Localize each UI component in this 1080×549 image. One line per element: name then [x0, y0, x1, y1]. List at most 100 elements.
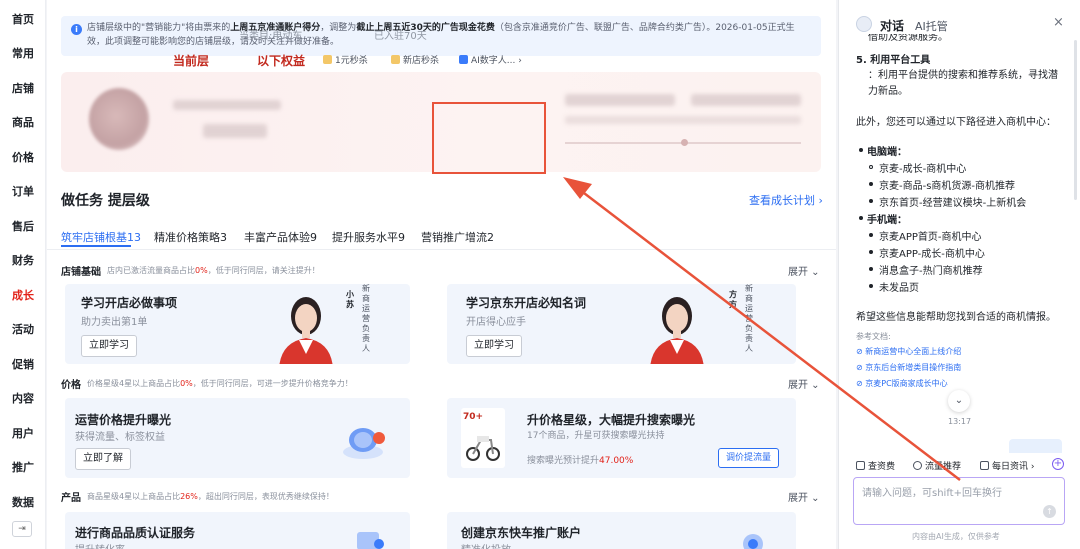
nav-item-activity[interactable]: 活动: [0, 321, 46, 337]
card-subtitle: 17个商品，升星可获搜索曝光扶持: [527, 431, 665, 441]
chat-title: 对话: [880, 19, 905, 33]
card-express-ads[interactable]: 创建京东快车推广账户 精准化投放: [447, 512, 796, 549]
nav-item-order[interactable]: 订单: [0, 183, 46, 199]
chat-scrollbar[interactable]: [1074, 40, 1077, 200]
nav-item-growth[interactable]: 成长: [0, 287, 46, 303]
nav-item-price[interactable]: 价格: [0, 149, 46, 165]
adjust-price-button[interactable]: 调价提流量: [718, 448, 780, 468]
section-basic-title: 店铺基础: [61, 267, 101, 278]
card-learn-terms[interactable]: 学习京东开店必知名词 开店得心应手 立即学习 方方 新商运营负责人: [447, 284, 796, 364]
left-nav: 首页 常用 店铺 商品 价格 订单 售后 财务 成长 活动 促销 内容 用户 推…: [0, 0, 46, 549]
pc-path-2: 京麦-商品-s商机货源-商机推荐: [879, 181, 1016, 192]
tab-product-experience[interactable]: 丰富产品体验9: [244, 229, 317, 245]
blurred-stat-1: [565, 94, 675, 106]
tab-ai-hosting[interactable]: AI托管: [915, 18, 948, 34]
learn-now-button[interactable]: 立即学习: [81, 335, 137, 357]
perk-label: 新店秒杀: [403, 56, 440, 66]
mobile-path-2: 京麦APP-成长-商机中心: [879, 249, 985, 260]
collapse-nav-button[interactable]: ⇥: [12, 521, 32, 537]
desc-text: ，超出同行同层，表现优秀继续保持！: [197, 492, 334, 501]
reference-link-1[interactable]: ⊘ 新商运营中心全面上线介绍: [856, 346, 961, 357]
section-basic-desc: 店内已激活流量商品占比0%，低于同行同层，请关注提升！: [107, 265, 320, 276]
point-5-title: 5. 利用平台工具: [856, 55, 931, 66]
pc-path-1: 京麦-成长-商机中心: [879, 164, 967, 175]
mobile-path-3: 消息盒子-热门商机推荐: [879, 266, 983, 277]
card-quality-cert[interactable]: 进行商品品质认证服务 提升转化率: [65, 512, 410, 549]
bullet: [859, 148, 863, 152]
tool-daily-news[interactable]: 每日资讯 ›: [980, 459, 1034, 472]
card-learn-essentials[interactable]: 学习开店必做事项 助力卖出第1单 立即学习 小苏 新商运营负责人: [65, 284, 410, 364]
perk-label: AI数字人...: [471, 56, 516, 66]
send-icon[interactable]: ↑: [1043, 505, 1056, 518]
tab-foundation[interactable]: 筑牢店铺根基13: [61, 229, 141, 245]
agent-avatar-fangfang: [650, 297, 704, 364]
expand-label: 展开: [788, 493, 808, 504]
reference-link-3[interactable]: ⊘ 京麦PC版商家成长中心: [856, 378, 948, 389]
certificate-icon: [357, 532, 384, 549]
close-icon[interactable]: ×: [1053, 15, 1064, 30]
tab-price-strategy[interactable]: 精准价格策略3: [154, 229, 227, 245]
tab-active-underline: [61, 245, 131, 247]
notice-bar: i 店铺层级中的"营销能力"将由票来的上周五京准通账户得分，调整为截止上周五近3…: [61, 16, 821, 56]
desc-text: 商品星级4星以上商品占比: [87, 492, 181, 501]
pc-path-3: 京东首页-经营建议模块-上新机会: [879, 198, 1027, 209]
agent-role: 新商运营负责人: [362, 284, 370, 353]
card-subtitle: 精准化投放: [461, 541, 511, 549]
tab-service-level[interactable]: 提升服务水平9: [332, 229, 405, 245]
card-title: 升价格星级，大幅提升搜索曝光: [527, 413, 696, 427]
shop-avatar: [89, 88, 149, 150]
tab-marketing[interactable]: 营销推广增流2: [421, 229, 494, 245]
tool-fee-query[interactable]: 查资费: [856, 459, 895, 472]
card-price-star[interactable]: 70+ 升价格星级，大幅提升搜索曝光 17个商品，升星可获搜索曝光扶持 搜索曝光…: [447, 398, 796, 478]
expand-basic-button[interactable]: 展开 ⌄: [788, 263, 820, 278]
blurred-stat-2: [691, 94, 801, 106]
traffic-icon: [913, 461, 922, 470]
product-thumbnail: 70+: [461, 408, 505, 468]
perk-1yuan[interactable]: 1元秒杀: [323, 53, 368, 66]
learn-now-button[interactable]: 立即学习: [466, 335, 522, 357]
nav-item-promotion[interactable]: 促销: [0, 356, 46, 372]
pc-label: 电脑端：: [867, 147, 907, 158]
learn-more-button[interactable]: 立即了解: [75, 448, 131, 470]
pc-label-text: 电脑端: [867, 147, 897, 158]
nav-item-product[interactable]: 商品: [0, 114, 46, 130]
metric-label: 搜索曝光预计提升: [527, 456, 600, 466]
notice-text-a: 店铺层级中的"营销能力"将由票来的: [87, 23, 231, 33]
main-content: i 店铺层级中的"营销能力"将由票来的上周五京准通账户得分，调整为截止上周五近3…: [47, 0, 836, 549]
perk-new-shop[interactable]: 新店秒杀: [391, 53, 439, 66]
desc-text: ，低于同行同层，请关注提升！: [207, 266, 320, 275]
expand-label: 展开: [788, 380, 808, 391]
nav-item-user[interactable]: 用户: [0, 425, 46, 441]
agent-avatar-xiaosu: [279, 297, 333, 364]
expand-product-button[interactable]: 展开 ⌄: [788, 489, 820, 504]
blurred-shop-name: [173, 100, 281, 110]
nav-item-marketing[interactable]: 推广: [0, 459, 46, 475]
scroll-down-button[interactable]: ⌄: [948, 390, 970, 412]
tab-divider: [47, 249, 836, 250]
card-price-exposure[interactable]: 运营价格提升曝光 获得流量、标签权益 立即了解: [65, 398, 410, 478]
nav-item-home[interactable]: 首页: [0, 11, 46, 27]
tool-label: 每日资讯: [992, 462, 1029, 472]
blurred-level: [203, 124, 267, 138]
add-icon[interactable]: +: [1052, 458, 1064, 470]
nav-item-shop[interactable]: 店铺: [0, 80, 46, 96]
reference-link-2[interactable]: ⊘ 京东后台新增类目操作指南: [856, 362, 961, 373]
card-title: 创建京东快车推广账户: [461, 526, 582, 540]
nav-item-content[interactable]: 内容: [0, 390, 46, 406]
nav-item-finance[interactable]: 财务: [0, 252, 46, 268]
nav-item-common[interactable]: 常用: [0, 45, 46, 61]
rights-prefix: 当前层: [173, 54, 210, 68]
fee-icon: [856, 461, 865, 470]
nav-item-data[interactable]: 数据: [0, 494, 46, 510]
mobile-path-4: 未发品页: [879, 283, 919, 294]
scooter-icon: [466, 436, 500, 461]
closing-text: 希望这些信息能帮助您找到合适的商机情报。: [856, 312, 1056, 323]
section-price-desc: 价格星级4星以上商品占比0%，低于同行同层，可进一步提升价格竞争力！: [87, 378, 353, 389]
assistant-avatar: [856, 16, 872, 32]
expand-price-button[interactable]: 展开 ⌄: [788, 376, 820, 391]
chat-input[interactable]: 请输入问题，可shift+回车换行: [853, 477, 1065, 525]
tool-traffic-recommend[interactable]: 流量推荐: [913, 459, 961, 472]
view-growth-plan-link[interactable]: 查看成长计划 ›: [749, 192, 823, 208]
nav-item-aftersale[interactable]: 售后: [0, 218, 46, 234]
perk-ai-human[interactable]: AI数字人... ›: [459, 53, 522, 66]
